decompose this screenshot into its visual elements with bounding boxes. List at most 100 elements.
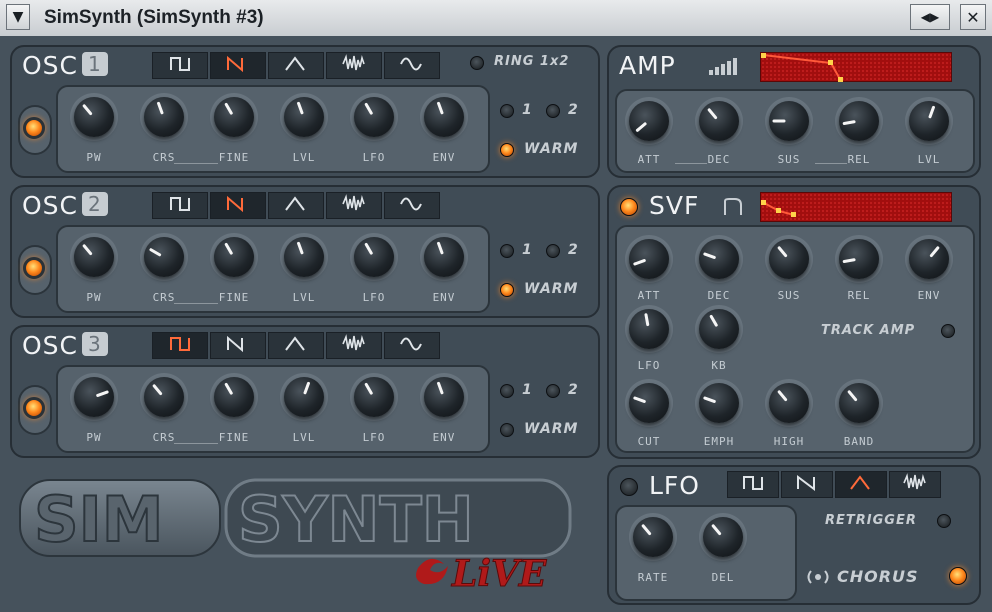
osc-2-crs-knob[interactable] bbox=[144, 237, 184, 277]
amp-divider bbox=[815, 163, 847, 164]
osc-2-lvl-knob[interactable] bbox=[284, 237, 324, 277]
svf-high-knob[interactable] bbox=[769, 383, 809, 423]
svf-dec-knob[interactable] bbox=[699, 239, 739, 279]
osc-2-env-knob[interactable] bbox=[424, 237, 464, 277]
osc-2-sine-button[interactable] bbox=[384, 192, 440, 219]
lfo-saw-button[interactable] bbox=[781, 471, 833, 498]
osc-3-crs-knob[interactable] bbox=[144, 377, 184, 417]
osc-2-pw-knob[interactable] bbox=[74, 237, 114, 277]
osc-3-lfo-knob[interactable] bbox=[354, 377, 394, 417]
svf-att-knob[interactable] bbox=[629, 239, 669, 279]
osc-2-lfo-knob[interactable] bbox=[354, 237, 394, 277]
amp-envelope-display[interactable] bbox=[760, 52, 952, 82]
lowpass-filter-icon bbox=[723, 197, 745, 221]
lfo-random-button[interactable] bbox=[889, 471, 941, 498]
amp-lvl-knob[interactable] bbox=[909, 101, 949, 141]
osc-1-fine-knob[interactable] bbox=[214, 97, 254, 137]
osc-3-enable-led[interactable] bbox=[23, 397, 45, 419]
lfo-triangle-button[interactable] bbox=[835, 471, 887, 498]
amp-att-label: ATT bbox=[637, 153, 661, 166]
osc-1-crs-knob[interactable] bbox=[144, 97, 184, 137]
osc-1-lfo-knob[interactable] bbox=[354, 97, 394, 137]
osc-divider bbox=[174, 163, 218, 164]
osc-1-saw-button[interactable] bbox=[210, 52, 266, 79]
osc-1-lvl-label: LVL bbox=[292, 151, 316, 164]
svf-enable-led[interactable] bbox=[620, 198, 638, 216]
osc-1-lvl-knob[interactable] bbox=[284, 97, 324, 137]
window-menu-button[interactable]: ▼ bbox=[6, 4, 30, 30]
osc-3-warm-led[interactable] bbox=[500, 423, 514, 437]
osc-2-triangle-button[interactable] bbox=[268, 192, 324, 219]
svf-kb-knob[interactable] bbox=[699, 309, 739, 349]
amp-dec-label: DEC bbox=[707, 153, 731, 166]
osc-3-lvl-label: LVL bbox=[292, 431, 316, 444]
svf-sus-knob[interactable] bbox=[769, 239, 809, 279]
svf-rel-knob[interactable] bbox=[839, 239, 879, 279]
svf-env-knob[interactable] bbox=[909, 239, 949, 279]
osc-2-option-1-led[interactable] bbox=[500, 244, 514, 258]
lfo-square-button[interactable] bbox=[727, 471, 779, 498]
osc-3-env-knob[interactable] bbox=[424, 377, 464, 417]
amp-dec-knob[interactable] bbox=[699, 101, 739, 141]
osc-2-square-button[interactable] bbox=[152, 192, 208, 219]
osc-1-warm-led[interactable] bbox=[500, 143, 514, 157]
osc-3-option-1-led[interactable] bbox=[500, 384, 514, 398]
ring-mod-led[interactable] bbox=[470, 56, 484, 70]
osc-1-pw-knob[interactable] bbox=[74, 97, 114, 137]
amp-rel-knob[interactable] bbox=[839, 101, 879, 141]
osc-1-option-2-led[interactable] bbox=[546, 104, 560, 118]
logo-sim-text: SIM bbox=[34, 483, 163, 556]
amp-att-knob[interactable] bbox=[629, 101, 669, 141]
osc-3-sine-button[interactable] bbox=[384, 332, 440, 359]
osc-3-option-2-led[interactable] bbox=[546, 384, 560, 398]
osc-1-sine-button[interactable] bbox=[384, 52, 440, 79]
lfo-enable-led[interactable] bbox=[620, 478, 638, 496]
osc-2-saw-button[interactable] bbox=[210, 192, 266, 219]
chorus-label: CHORUS bbox=[837, 567, 919, 586]
osc-3-triangle-button[interactable] bbox=[268, 332, 324, 359]
osc-3-fine-knob[interactable] bbox=[214, 377, 254, 417]
browse-presets-button[interactable]: ◀▶ bbox=[910, 4, 950, 30]
lfo-rate-knob[interactable] bbox=[633, 517, 673, 557]
osc-2-lfo-label: LFO bbox=[362, 291, 386, 304]
osc-1-triangle-button[interactable] bbox=[268, 52, 324, 79]
svf-env-label: ENV bbox=[917, 289, 941, 302]
svf-band-knob[interactable] bbox=[839, 383, 879, 423]
retrigger-led[interactable] bbox=[937, 514, 951, 528]
osc-2-knob-area: PW CRS FINE LVL LFO ENV bbox=[56, 225, 490, 313]
osc-3-saw-button[interactable] bbox=[210, 332, 266, 359]
osc-1-noise-button[interactable] bbox=[326, 52, 382, 79]
title-bar: ▼ SimSynth (SimSynth #3) ◀▶ ✕ bbox=[0, 0, 992, 37]
amp-sus-knob[interactable] bbox=[769, 101, 809, 141]
osc-3-lfo-label: LFO bbox=[362, 431, 386, 444]
svf-cut-knob[interactable] bbox=[629, 383, 669, 423]
osc-1-option-1-led[interactable] bbox=[500, 104, 514, 118]
osc-1-enable-led[interactable] bbox=[23, 117, 45, 139]
osc-1-square-button[interactable] bbox=[152, 52, 208, 79]
amp-panel: AMP ATT DEC SUS REL LVL bbox=[607, 45, 981, 178]
svf-lfo-knob[interactable] bbox=[629, 309, 669, 349]
osc-2-noise-button[interactable] bbox=[326, 192, 382, 219]
svf-emph-knob[interactable] bbox=[699, 383, 739, 423]
osc-2-enable-led[interactable] bbox=[23, 257, 45, 279]
lfo-rate-label: RATE bbox=[637, 571, 669, 584]
osc-3-noise-button[interactable] bbox=[326, 332, 382, 359]
osc-2-warm-led[interactable] bbox=[500, 283, 514, 297]
triangle-wave-icon bbox=[283, 193, 309, 219]
lfo-del-knob[interactable] bbox=[703, 517, 743, 557]
osc-2-option-2-led[interactable] bbox=[546, 244, 560, 258]
saw-wave-icon bbox=[225, 333, 251, 359]
osc-3-pw-knob[interactable] bbox=[74, 377, 114, 417]
chorus-led[interactable] bbox=[949, 567, 967, 585]
track-amp-led[interactable] bbox=[941, 324, 955, 338]
osc-3-env-label: ENV bbox=[432, 431, 456, 444]
svf-envelope-display[interactable] bbox=[760, 192, 952, 222]
close-icon: ✕ bbox=[966, 7, 980, 27]
osc-1-env-knob[interactable] bbox=[424, 97, 464, 137]
osc-3-square-button[interactable] bbox=[152, 332, 208, 359]
osc-3-lvl-knob[interactable] bbox=[284, 377, 324, 417]
osc-2-fine-knob[interactable] bbox=[214, 237, 254, 277]
saw-wave-icon bbox=[225, 193, 251, 219]
close-button[interactable]: ✕ bbox=[960, 4, 986, 30]
square-wave-icon bbox=[167, 333, 193, 359]
